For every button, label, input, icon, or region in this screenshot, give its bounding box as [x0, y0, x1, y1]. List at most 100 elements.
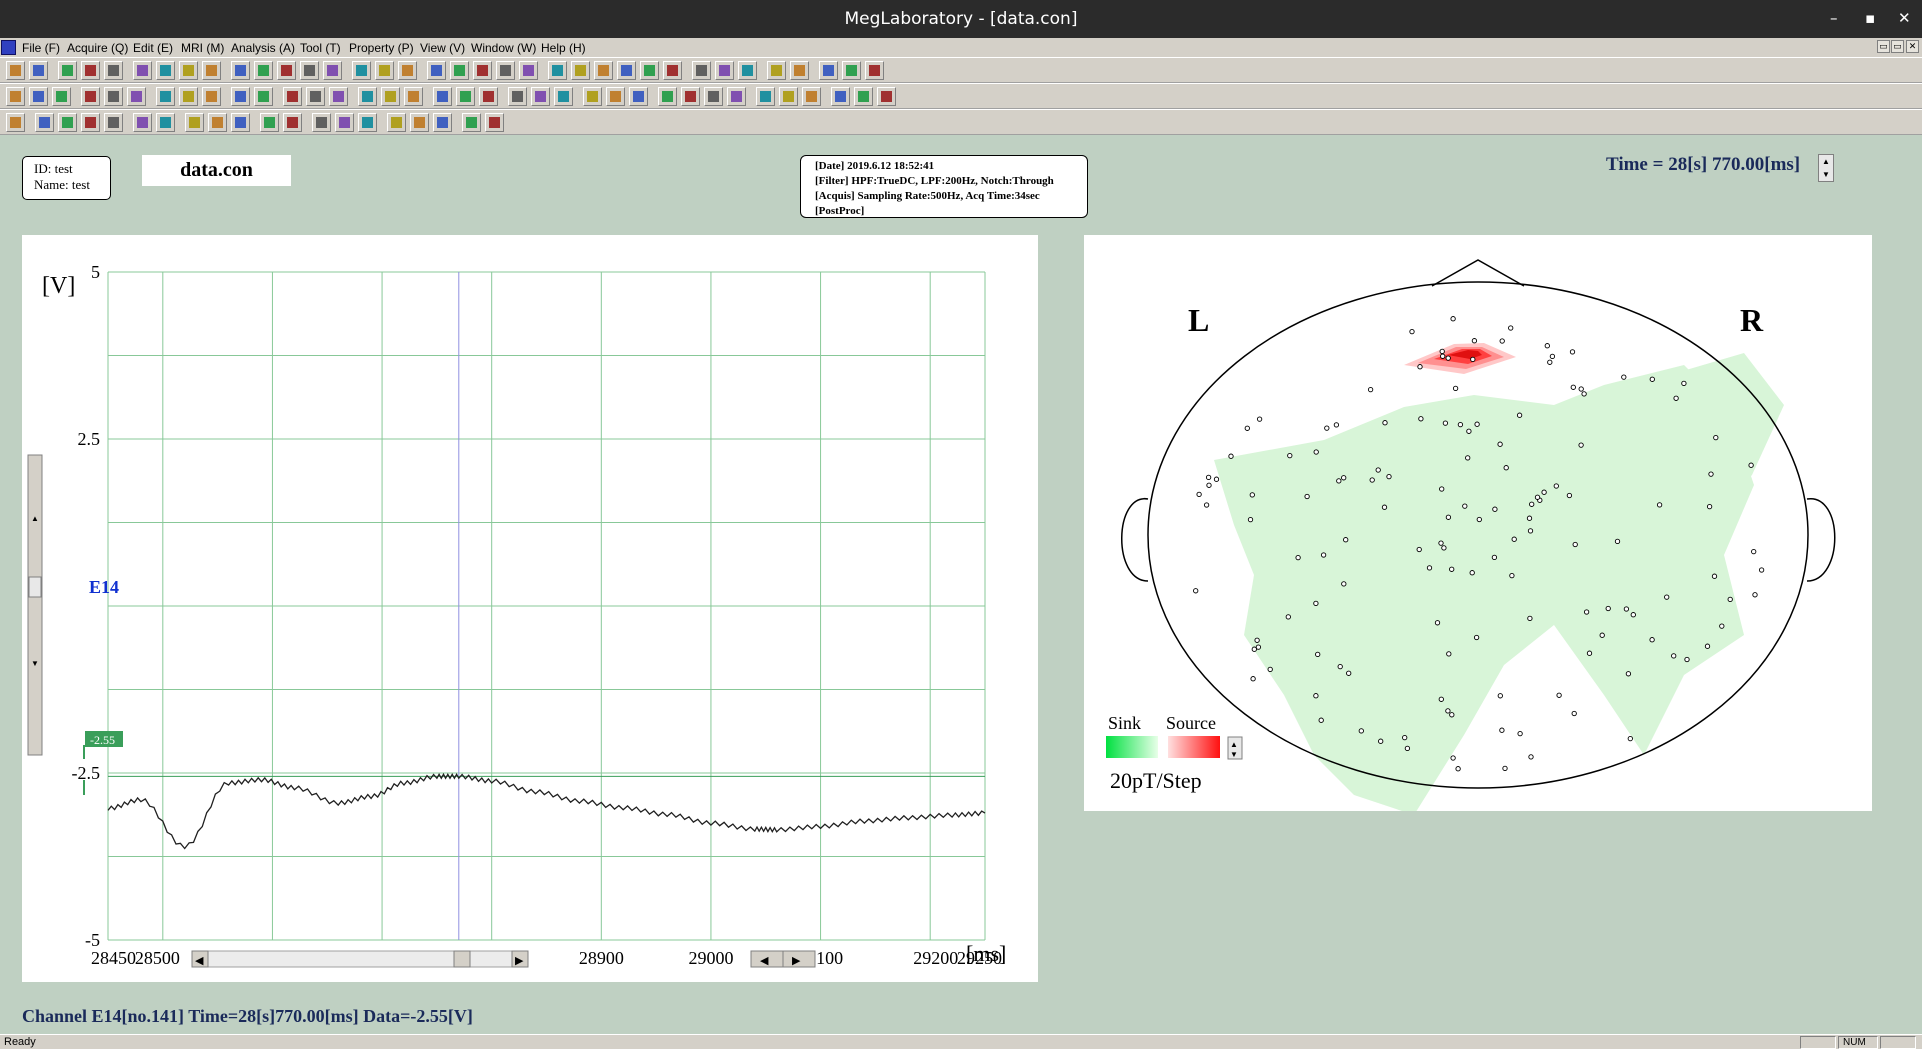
tb2-button-7[interactable]	[156, 87, 175, 106]
spin-down-icon[interactable]: ▼	[1819, 168, 1833, 181]
gain-up-icon[interactable]: ▲	[31, 514, 39, 523]
menu-view[interactable]: View (V)	[420, 41, 465, 55]
tb1-button-11[interactable]	[254, 61, 273, 80]
tb1-button-16[interactable]	[375, 61, 394, 80]
tb2-button-5[interactable]	[104, 87, 123, 106]
tb2-button-31[interactable]	[756, 87, 775, 106]
tb1-button-26[interactable]	[617, 61, 636, 80]
menu-tool[interactable]: Tool (T)	[300, 41, 341, 55]
time-scrollbar[interactable]	[191, 950, 529, 968]
tb1-button-14[interactable]	[323, 61, 342, 80]
tb2-button-27[interactable]	[658, 87, 677, 106]
tb1-button-6[interactable]	[133, 61, 152, 80]
scale-up-icon[interactable]: ▲	[1230, 740, 1238, 749]
tb1-button-34[interactable]	[819, 61, 838, 80]
tb2-button-2[interactable]	[29, 87, 48, 106]
tb2-button-23[interactable]	[554, 87, 573, 106]
tb2-button-20[interactable]	[479, 87, 498, 106]
tb3-button-1[interactable]	[6, 113, 25, 132]
tb3-button-2[interactable]	[35, 113, 54, 132]
tb3-button-15[interactable]	[358, 113, 377, 132]
tb1-button-7[interactable]	[156, 61, 175, 80]
tb2-button-36[interactable]	[877, 87, 896, 106]
tb2-button-32[interactable]	[779, 87, 798, 106]
tb3-button-17[interactable]	[410, 113, 429, 132]
gain-down-icon[interactable]: ▼	[31, 659, 39, 668]
tb1-button-1[interactable]	[6, 61, 25, 80]
tb2-button-30[interactable]	[727, 87, 746, 106]
menu-acquire[interactable]: Acquire (Q)	[67, 41, 128, 55]
tb1-button-25[interactable]	[594, 61, 613, 80]
mdi-restore2-icon[interactable]: ▭	[1891, 40, 1904, 53]
tb1-button-8[interactable]	[179, 61, 198, 80]
tb2-button-8[interactable]	[179, 87, 198, 106]
tb1-button-23[interactable]	[548, 61, 567, 80]
tb1-button-20[interactable]	[473, 61, 492, 80]
tb1-button-9[interactable]	[202, 61, 221, 80]
tb3-button-9[interactable]	[208, 113, 227, 132]
tb2-button-15[interactable]	[358, 87, 377, 106]
tb2-button-10[interactable]	[231, 87, 250, 106]
tb3-button-16[interactable]	[387, 113, 406, 132]
tb1-button-36[interactable]	[865, 61, 884, 80]
gain-scrollbar[interactable]	[27, 454, 43, 756]
tb2-button-35[interactable]	[854, 87, 873, 106]
tb1-button-3[interactable]	[58, 61, 77, 80]
tb3-button-12[interactable]	[283, 113, 302, 132]
tb2-button-12[interactable]	[283, 87, 302, 106]
spin-up-icon[interactable]: ▲	[1819, 155, 1833, 168]
tb3-button-14[interactable]	[335, 113, 354, 132]
tb2-button-6[interactable]	[127, 87, 146, 106]
tb1-button-4[interactable]	[81, 61, 100, 80]
tb1-button-13[interactable]	[300, 61, 319, 80]
tb2-button-22[interactable]	[531, 87, 550, 106]
tb3-button-5[interactable]	[104, 113, 123, 132]
scroll-left-icon[interactable]: ◀	[195, 955, 204, 967]
gain-scroll-thumb[interactable]	[28, 576, 42, 598]
menu-property[interactable]: Property (P)	[349, 41, 414, 55]
tb2-button-11[interactable]	[254, 87, 273, 106]
tb1-button-24[interactable]	[571, 61, 590, 80]
tb1-button-30[interactable]	[715, 61, 734, 80]
tb2-button-25[interactable]	[606, 87, 625, 106]
tb2-button-18[interactable]	[433, 87, 452, 106]
tb3-button-18[interactable]	[433, 113, 452, 132]
tb2-button-13[interactable]	[306, 87, 325, 106]
tb2-button-28[interactable]	[681, 87, 700, 106]
menu-help[interactable]: Help (H)	[541, 41, 586, 55]
menu-edit[interactable]: Edit (E)	[133, 41, 173, 55]
tb3-button-13[interactable]	[312, 113, 331, 132]
menu-mri[interactable]: MRI (M)	[181, 41, 224, 55]
tb3-button-4[interactable]	[81, 113, 100, 132]
minimize-button[interactable]: –	[1830, 9, 1838, 27]
tb2-button-3[interactable]	[52, 87, 71, 106]
tb3-button-20[interactable]	[485, 113, 504, 132]
tb2-button-16[interactable]	[381, 87, 400, 106]
tb3-button-3[interactable]	[58, 113, 77, 132]
tb2-button-34[interactable]	[831, 87, 850, 106]
tb3-button-6[interactable]	[133, 113, 152, 132]
app-icon[interactable]	[1, 40, 16, 55]
tb2-button-9[interactable]	[202, 87, 221, 106]
scroll-right-icon[interactable]: ▶	[515, 955, 524, 967]
scale-down-icon[interactable]: ▼	[1230, 750, 1238, 759]
menu-analysis[interactable]: Analysis (A)	[231, 41, 295, 55]
tb1-button-15[interactable]	[352, 61, 371, 80]
menu-window[interactable]: Window (W)	[471, 41, 536, 55]
tb1-button-19[interactable]	[450, 61, 469, 80]
tb1-button-17[interactable]	[398, 61, 417, 80]
time-spinner[interactable]: ▲ ▼	[1818, 154, 1834, 182]
tb2-button-21[interactable]	[508, 87, 527, 106]
page-back-icon[interactable]: ◀	[760, 955, 769, 967]
tb1-button-33[interactable]	[790, 61, 809, 80]
tb2-button-33[interactable]	[802, 87, 821, 106]
tb2-button-24[interactable]	[583, 87, 602, 106]
tb2-button-1[interactable]	[6, 87, 25, 106]
tb2-button-29[interactable]	[704, 87, 723, 106]
menu-file[interactable]: File (F)	[22, 41, 60, 55]
tb2-button-14[interactable]	[329, 87, 348, 106]
tb3-button-8[interactable]	[185, 113, 204, 132]
tb2-button-19[interactable]	[456, 87, 475, 106]
tb1-button-31[interactable]	[738, 61, 757, 80]
tb1-button-18[interactable]	[427, 61, 446, 80]
